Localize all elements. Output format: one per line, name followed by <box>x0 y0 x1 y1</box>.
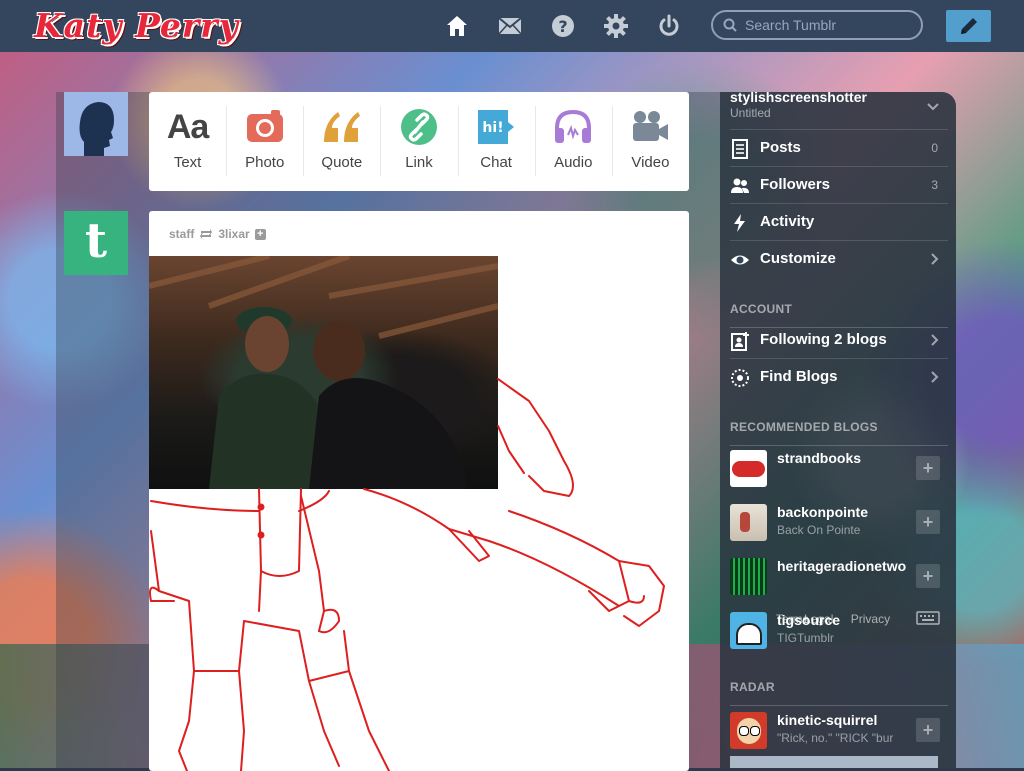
sidebar-item-label: Posts <box>760 139 801 156</box>
post-type-label: Photo <box>245 154 285 171</box>
sidebar-item-find-blogs[interactable]: Find Blogs <box>730 359 948 396</box>
user-avatar[interactable] <box>64 92 128 156</box>
post-type-label: Audio <box>554 154 593 171</box>
post-type-audio[interactable]: Audio <box>534 92 612 191</box>
chevron-down-icon[interactable] <box>926 102 940 112</box>
post-type-bar: Aa Text Photo Quote Link hi! Chat Audio … <box>149 92 689 191</box>
sidebar-item-followers[interactable]: Followers 3 <box>730 167 948 204</box>
follow-button[interactable]: + <box>916 564 940 588</box>
tumblr-t-icon: t <box>84 213 108 269</box>
mail-icon[interactable] <box>497 13 523 39</box>
footer-links: Terms Legal Privacy <box>776 612 890 626</box>
svg-text:?: ? <box>558 17 567 36</box>
red-sketch-overlay <box>149 378 665 771</box>
recommended-blog-name: heritageradionetwo <box>777 558 907 574</box>
staff-avatar[interactable]: t <box>64 211 128 275</box>
link-icon <box>400 109 437 145</box>
chevron-right-icon <box>931 371 939 383</box>
recommended-blog-name: strandbooks <box>777 450 862 466</box>
post-type-link[interactable]: Link <box>380 92 457 191</box>
ballet-avatar <box>730 504 767 541</box>
recommended-blog-subtitle: Back On Pointe <box>777 523 861 537</box>
help-icon[interactable]: ? <box>550 13 576 39</box>
home-icon[interactable] <box>444 13 470 39</box>
search-icon <box>723 18 737 32</box>
post-type-video[interactable]: Video <box>611 92 689 191</box>
compose-button[interactable] <box>946 10 991 42</box>
sidebar-item-label: Following 2 blogs <box>760 331 887 348</box>
sidebar-item-activity[interactable]: Activity <box>730 204 948 241</box>
dashboard-post: staff 3lixar + <box>149 211 689 771</box>
radar-post[interactable]: kinetic-squirrel "Rick, no." "RICK "bur … <box>730 710 948 762</box>
privacy-link[interactable]: Privacy <box>851 612 890 626</box>
follow-button[interactable]: + <box>916 718 940 742</box>
chevron-right-icon <box>931 334 939 346</box>
sidebar-item-label: Activity <box>760 213 815 230</box>
camera-icon <box>246 110 283 142</box>
post-type-text[interactable]: Aa Text <box>149 92 226 191</box>
chevron-right-icon <box>931 253 939 265</box>
pencil-icon <box>960 18 977 34</box>
follow-button[interactable]: + <box>916 510 940 534</box>
posts-icon <box>732 139 748 159</box>
search-box[interactable] <box>711 10 923 40</box>
recommended-blog[interactable]: strandbooks + <box>730 448 948 500</box>
squirrel-avatar <box>730 712 767 749</box>
sidebar-item-label: Customize <box>760 250 836 267</box>
post-type-label: Video <box>631 154 670 171</box>
keyboard-icon[interactable] <box>916 611 940 625</box>
post-type-label: Text <box>173 154 202 171</box>
recommended-blog-subtitle: TIGTumblr <box>777 631 834 645</box>
recommended-blog-name: backonpointe <box>777 504 869 520</box>
recommended-blogs-heading: RECOMMENDED BLOGS <box>730 420 948 446</box>
blog-title: Untitled <box>730 106 771 120</box>
post-type-quote[interactable]: Quote <box>303 92 380 191</box>
radar-image-preview[interactable] <box>730 756 938 768</box>
sidebar-item-posts[interactable]: Posts 0 <box>730 130 948 167</box>
logo[interactable]: Katy Perry <box>34 4 239 48</box>
tig-avatar <box>730 612 767 649</box>
sidebar-item-count: 3 <box>931 178 938 192</box>
sidebar-item-label: Followers <box>760 176 831 193</box>
sidebar-item-label: Find Blogs <box>760 368 838 385</box>
svg-text:hi!: hi! <box>483 120 504 136</box>
power-icon[interactable] <box>656 13 682 39</box>
silhouette-icon <box>79 102 114 156</box>
recommended-blog[interactable]: heritageradionetwo + <box>730 556 948 608</box>
followers-icon <box>731 178 749 193</box>
gear-icon[interactable] <box>603 13 629 39</box>
radar-blog-name: kinetic-squirrel <box>777 712 878 728</box>
eye-icon <box>731 255 749 265</box>
search-input[interactable] <box>743 16 917 34</box>
recommended-blog[interactable]: backonpointe Back On Pointe + <box>730 502 948 554</box>
following-icon <box>731 332 749 351</box>
quote-icon <box>323 112 360 142</box>
sidebar-item-count: 0 <box>931 141 938 155</box>
blog-name[interactable]: stylishscreenshotter <box>730 89 867 105</box>
legal-link[interactable]: Legal <box>804 612 833 626</box>
follow-button[interactable]: + <box>916 456 940 480</box>
compass-icon <box>731 369 749 387</box>
chat-icon: hi! <box>478 110 515 144</box>
sidebar-item-customize[interactable]: Customize <box>730 241 948 278</box>
lightning-icon <box>734 214 745 232</box>
post-type-label: Link <box>405 154 433 171</box>
post-type-label: Quote <box>321 154 363 171</box>
post-type-chat[interactable]: hi! Chat <box>457 92 535 191</box>
headphones-icon <box>555 109 592 143</box>
post-type-photo[interactable]: Photo <box>226 92 303 191</box>
text-icon: Aa <box>166 107 209 146</box>
radar-heading: RADAR <box>730 680 948 706</box>
top-navigation-bar: Katy Perry ? <box>0 0 1024 52</box>
radio-avatar <box>730 558 767 595</box>
sidebar-item-following[interactable]: Following 2 blogs <box>730 322 948 359</box>
radar-snippet: "Rick, no." "RICK "bur <box>777 731 894 745</box>
strand-avatar <box>730 450 767 487</box>
post-type-label: Chat <box>480 154 512 171</box>
video-camera-icon <box>633 111 669 141</box>
